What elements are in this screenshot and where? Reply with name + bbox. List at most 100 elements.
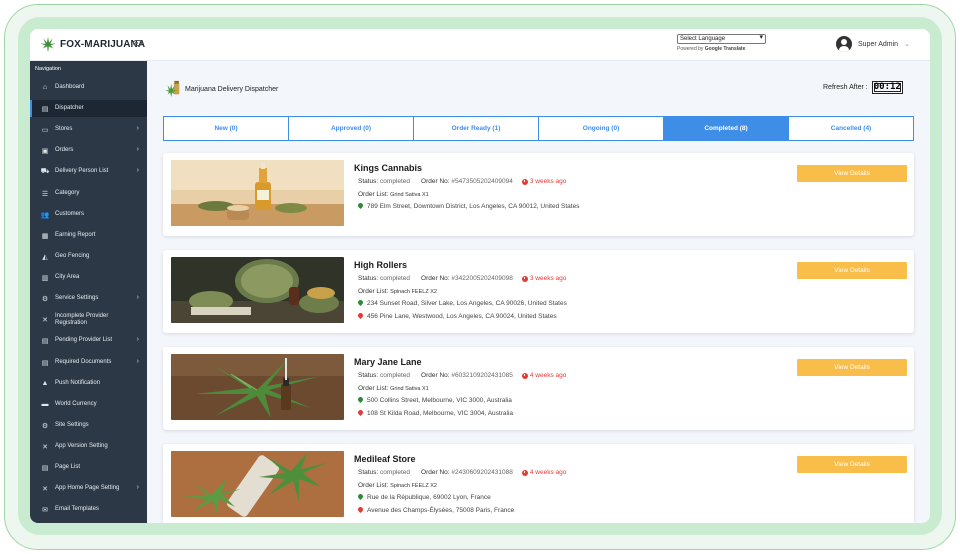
- sidebar-item-world-currency[interactable]: ▬ World Currency: [30, 396, 147, 413]
- store-name: Kings Cannabis: [354, 163, 423, 173]
- order-meta: Status: completed Order No: #603210920243…: [358, 372, 566, 379]
- order-no-label: Order No:: [421, 178, 450, 185]
- view-details-button[interactable]: View Details: [797, 359, 907, 376]
- time-ago: 4 weeks ago: [521, 372, 566, 379]
- sidebar-item-email-templates[interactable]: ✉ Email Templates: [30, 501, 147, 518]
- order-items: Grind Sativa X1: [390, 192, 429, 198]
- store-thumbnail-image: [171, 160, 344, 226]
- sidebar-item-label: Stores: [55, 126, 73, 132]
- tab-cancelled[interactable]: Cancelled (4): [789, 117, 913, 140]
- store-thumbnail-image: [171, 257, 344, 323]
- view-details-button[interactable]: View Details: [797, 165, 907, 182]
- sidebar-item-label: Page List: [55, 464, 81, 470]
- pending-icon: ▤: [41, 337, 49, 345]
- store-thumbnail-image: [171, 451, 344, 517]
- order-status: completed: [380, 469, 411, 476]
- sidebar-item-service-settings[interactable]: ⚙ Service Settings ›: [30, 290, 147, 307]
- time-ago: 4 weeks ago: [521, 469, 566, 476]
- currency-icon: ▬: [41, 401, 49, 408]
- view-details-button[interactable]: View Details: [797, 456, 907, 473]
- order-status-tabs: New (0) Approved (0) Order Ready (1) Ongoin…: [163, 116, 914, 141]
- order-items: Grind Sativa X1: [390, 386, 429, 392]
- user-menu[interactable]: Super Admin ⌄: [836, 36, 910, 52]
- sidebar-item-pending-provider-list[interactable]: ▤ Pending Provider List ›: [30, 332, 147, 349]
- status-label: Status:: [358, 178, 379, 185]
- order-items: Spinach FEELZ X2: [390, 483, 437, 489]
- sidebar-item-site-settings[interactable]: ⚙ Site Settings: [30, 417, 147, 434]
- clock-icon: [521, 178, 528, 185]
- sidebar-item-geo-fencing[interactable]: ◭ Geo Fencing: [30, 248, 147, 265]
- sidebar-item-label: Earning Report: [55, 232, 96, 238]
- tab-new[interactable]: New (0): [164, 117, 289, 140]
- sidebar-item-earning-report[interactable]: ▦ Earning Report: [30, 227, 147, 244]
- top-header: FOX-MARIJUANA Select Language Powered by…: [30, 29, 930, 61]
- page-header: Marijuana Delivery Dispatcher: [164, 80, 278, 98]
- drop-address: 108 St Kilda Road, Melbourne, VIC 3004, …: [358, 410, 513, 417]
- powered-by-label: Powered by: [677, 46, 704, 52]
- sidebar-item-dispatcher[interactable]: ▤ Dispatcher: [30, 100, 147, 117]
- address-text: 500 Collins Street, Melbourne, VIC 3000,…: [367, 397, 512, 404]
- page-title: Marijuana Delivery Dispatcher: [185, 85, 279, 93]
- order-no-label: Order No:: [421, 372, 450, 379]
- refresh-indicator: Refresh After : 00:12: [823, 81, 903, 94]
- sidebar-item-app-version-setting[interactable]: ✕ App Version Setting: [30, 438, 147, 455]
- chevron-right-icon: ›: [136, 336, 139, 343]
- address-text: 789 Elm Street, Downtown District, Los A…: [367, 203, 580, 210]
- sidebar-item-incomplete-provider-registration[interactable]: ✕ Incomplete Provider Registration: [30, 311, 147, 328]
- drop-pin-icon: [358, 410, 363, 417]
- sidebar-item-label: App Version Setting: [55, 443, 108, 449]
- sidebar-item-orders[interactable]: ▣ Orders ›: [30, 142, 147, 159]
- sidebar-item-page-list[interactable]: ▤ Page List: [30, 459, 147, 476]
- sidebar-item-dashboard[interactable]: ⌂ Dashboard: [30, 79, 147, 96]
- clock-icon: [521, 372, 528, 379]
- sidebar-item-category[interactable]: ☰ Category: [30, 185, 147, 202]
- address-text: 234 Sunset Road, Silver Lake, Los Angele…: [367, 300, 567, 307]
- tab-order-ready[interactable]: Order Ready (1): [414, 117, 539, 140]
- user-avatar-icon: [836, 36, 852, 52]
- home-icon: ⌂: [42, 84, 48, 91]
- store-thumbnail-image: [171, 354, 344, 420]
- time-ago-text: 3 weeks ago: [529, 275, 567, 282]
- cannabis-leaf-icon: [40, 37, 56, 51]
- tab-approved[interactable]: Approved (0): [289, 117, 414, 140]
- sidebar-item-required-documents[interactable]: ▤ Required Documents ›: [30, 354, 147, 371]
- sidebar-toggle-icon[interactable]: [133, 40, 142, 46]
- drop-pin-icon: [358, 313, 363, 320]
- order-card: High Rollers Status: completed Order No: #…: [163, 250, 914, 333]
- pickup-address: 234 Sunset Road, Silver Lake, Los Angele…: [358, 300, 567, 307]
- address-text: 108 St Kilda Road, Melbourne, VIC 3004, …: [367, 410, 513, 417]
- sidebar-item-label: Dashboard: [55, 84, 85, 90]
- store-name: High Rollers: [354, 260, 408, 270]
- geo-icon: ◭: [42, 253, 48, 261]
- order-number: #5473505202409094: [451, 178, 513, 185]
- sidebar-item-label: Incomplete Provider Registration: [55, 312, 109, 326]
- chevron-right-icon: ›: [136, 146, 139, 153]
- customers-icon: 👥: [40, 211, 50, 219]
- tab-completed[interactable]: Completed (8): [664, 117, 789, 140]
- gear-icon: ⚙: [41, 295, 49, 303]
- order-meta: Status: completed Order No: #342200520240…: [358, 275, 566, 282]
- order-list: Order List: Spinach FEELZ X2: [358, 288, 437, 295]
- order-status: completed: [380, 372, 411, 379]
- sidebar-item-label: Customers: [55, 211, 85, 217]
- sidebar-item-push-notification[interactable]: ▲ Push Notification: [30, 375, 147, 392]
- brand-logo[interactable]: FOX-MARIJUANA: [40, 37, 145, 51]
- address-text: Avenue des Champs-Élysées, 75008 Paris, …: [367, 507, 515, 514]
- google-translate-label: Google Translate: [704, 46, 746, 52]
- drop-address: 456 Pine Lane, Westwood, Los Angeles, CA…: [358, 313, 557, 320]
- sidebar-item-delivery-person-list[interactable]: ⛟ Delivery Person List ›: [30, 163, 147, 180]
- order-list: Order List: Grind Sativa X1: [358, 191, 429, 198]
- sidebar-item-stores[interactable]: ▭ Stores ›: [30, 121, 147, 138]
- wrench-icon: ✕: [42, 316, 48, 324]
- sidebar-item-city-area[interactable]: ▥ City Area: [30, 269, 147, 286]
- powered-by-text: Powered by Google Translate: [677, 46, 766, 52]
- language-select[interactable]: Select Language: [677, 34, 766, 44]
- view-details-button[interactable]: View Details: [797, 262, 907, 279]
- order-status: completed: [380, 275, 411, 282]
- sidebar-item-label: World Currency: [55, 401, 97, 407]
- sidebar-item-customers[interactable]: 👥 Customers: [30, 206, 147, 223]
- sidebar-item-app-home-page-setting[interactable]: ✕ App Home Page Setting ›: [30, 480, 147, 497]
- tab-ongoing[interactable]: Ongoing (0): [539, 117, 664, 140]
- order-items: Spinach FEELZ X2: [390, 289, 437, 295]
- status-label: Status:: [358, 275, 379, 282]
